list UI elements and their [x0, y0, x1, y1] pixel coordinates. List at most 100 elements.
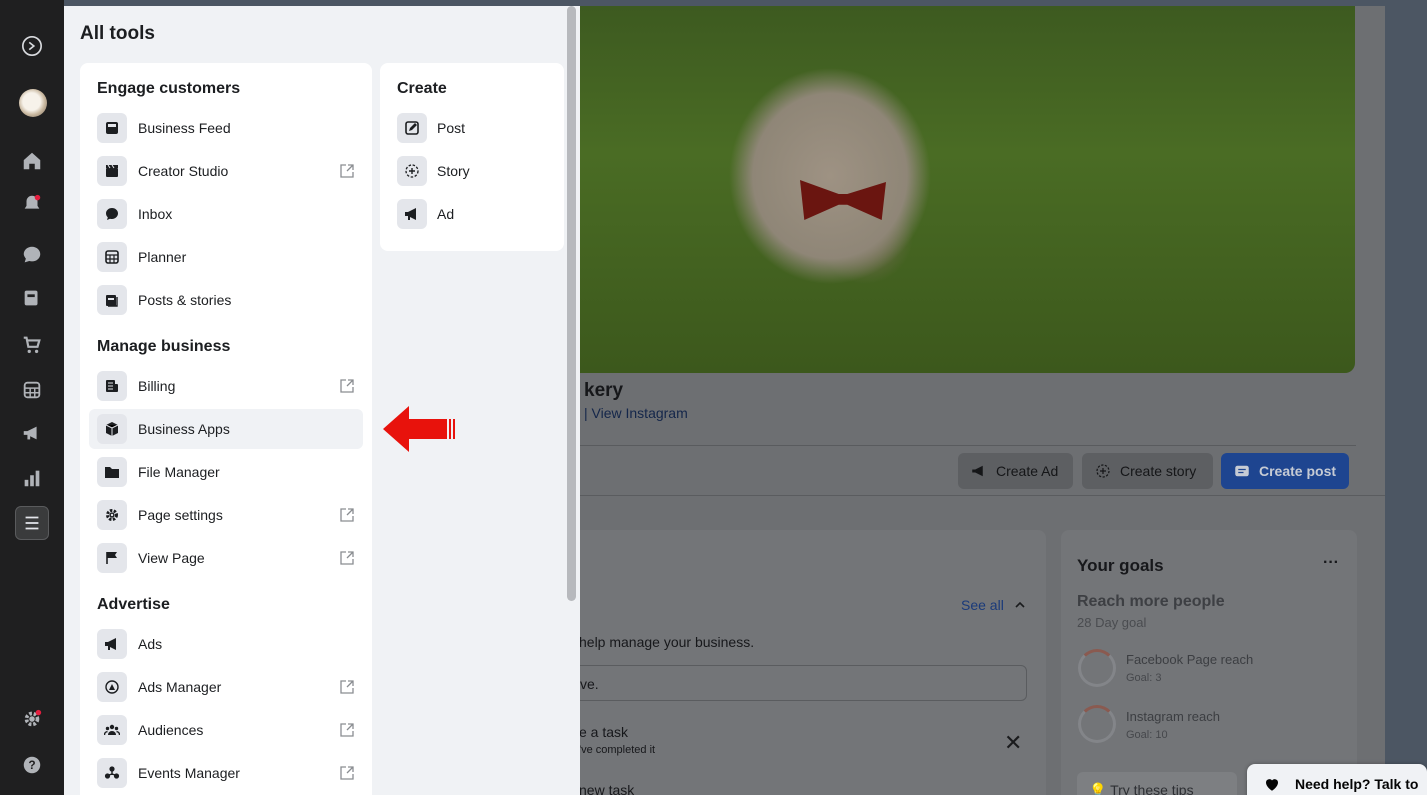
ads-megaphone-icon[interactable]: [17, 418, 47, 448]
meta-business-logo-icon[interactable]: [17, 31, 47, 61]
cover-photo: [560, 6, 1355, 373]
page-name: kery: [584, 380, 624, 401]
divider: [574, 445, 1356, 446]
goal-target: Goal: 10: [1126, 729, 1168, 741]
settings-gear-icon[interactable]: [17, 704, 47, 734]
section-heading-engage: Engage customers: [97, 80, 241, 97]
tool-item-business-feed[interactable]: Business Feed: [89, 108, 363, 148]
tool-item-planner[interactable]: Planner: [89, 237, 363, 277]
tool-item-file-manager[interactable]: File Manager: [89, 452, 363, 492]
business-apps-icon: [97, 414, 127, 444]
post-icon: [1235, 465, 1249, 477]
left-nav-rail: ?: [0, 0, 64, 795]
annotation-arrow-icon: [383, 406, 455, 452]
lightbulb-icon: 💡: [1089, 782, 1107, 795]
task-subtitle: 've completed it: [579, 744, 656, 756]
progress-ring: [1078, 649, 1116, 687]
page-background-overlay: kery | View Instagram Create Ad Create s…: [560, 6, 1385, 795]
tool-item-posts-stories[interactable]: Posts & stories: [89, 280, 363, 320]
see-all-link[interactable]: See all: [961, 597, 1026, 613]
billing-icon: [97, 371, 127, 401]
notifications-icon[interactable]: [17, 189, 47, 219]
external-link-icon: [339, 378, 355, 394]
audiences-icon: [97, 715, 127, 745]
create-item-ad[interactable]: Ad: [389, 194, 555, 234]
inbox-icon: [97, 199, 127, 229]
flag-icon: [97, 543, 127, 573]
panel-scrollbar[interactable]: [567, 6, 576, 601]
megaphone-icon: [972, 465, 983, 477]
external-link-icon: [339, 722, 355, 738]
chevron-up-icon: [1015, 601, 1025, 608]
planner-icon: [97, 242, 127, 272]
create-item-post[interactable]: Post: [389, 108, 555, 148]
section-heading-create: Create: [397, 80, 447, 97]
section-heading-manage: Manage business: [97, 338, 231, 355]
tool-item-creator-studio[interactable]: Creator Studio: [89, 151, 363, 191]
tool-item-inbox[interactable]: Inbox: [89, 194, 363, 234]
megaphone-icon: [397, 199, 427, 229]
need-help-button[interactable]: Need help? Talk to: [1247, 764, 1427, 795]
insights-icon[interactable]: [17, 463, 47, 493]
create-story-button[interactable]: Create story: [1082, 453, 1213, 489]
messages-icon[interactable]: [17, 240, 47, 270]
goal-headline: Reach more people: [1077, 593, 1225, 610]
tool-item-page-settings[interactable]: Page settings: [89, 495, 363, 535]
close-icon[interactable]: ✕: [1004, 730, 1022, 756]
progress-ring: [1078, 705, 1116, 743]
tool-item-ads-manager[interactable]: Ads Manager: [89, 667, 363, 707]
ads-manager-icon: [97, 672, 127, 702]
external-link-icon: [339, 163, 355, 179]
tool-item-billing[interactable]: Billing: [89, 366, 363, 406]
posts-icon[interactable]: [17, 283, 47, 313]
business-feed-icon: [97, 113, 127, 143]
create-ad-button[interactable]: Create Ad: [958, 453, 1073, 489]
folder-icon: [97, 457, 127, 487]
goal-label: Instagram reach: [1126, 709, 1220, 724]
create-post-button[interactable]: Create post: [1221, 453, 1349, 489]
more-options-icon[interactable]: ···: [1323, 554, 1339, 572]
posts-stories-icon: [97, 285, 127, 315]
task-title: new task: [579, 782, 635, 795]
megaphone-icon: [97, 629, 127, 659]
page-avatar[interactable]: [19, 89, 47, 117]
shop-cart-icon[interactable]: [17, 330, 47, 360]
section-heading-advertise: Advertise: [97, 596, 170, 613]
tool-item-ads[interactable]: Ads: [89, 624, 363, 664]
tool-item-view-page[interactable]: View Page: [89, 538, 363, 578]
tool-item-audiences[interactable]: Audiences: [89, 710, 363, 750]
goal-target: Goal: 3: [1126, 672, 1162, 684]
all-tools-panel: All tools Engage customers Business Feed…: [64, 6, 580, 795]
tasks-helper-text: help manage your business.: [579, 634, 755, 650]
goal-label: Facebook Page reach: [1126, 652, 1254, 667]
try-tips-button[interactable]: 💡 Try these tips: [1077, 772, 1237, 795]
tools-list-card: Engage customers Business Feed Creator S…: [80, 63, 372, 795]
events-manager-icon: [97, 758, 127, 788]
external-link-icon: [339, 679, 355, 695]
creator-studio-icon: [97, 156, 127, 186]
external-link-icon: [339, 765, 355, 781]
divider: [560, 495, 1385, 496]
external-link-icon: [339, 550, 355, 566]
window-frame-right: [1385, 0, 1427, 795]
panel-title: All tools: [80, 23, 155, 44]
goal-subline: 28 Day goal: [1077, 615, 1147, 630]
heart-icon: [1266, 779, 1278, 791]
story-add-icon: [397, 156, 427, 186]
tool-item-business-apps[interactable]: Business Apps: [89, 409, 363, 449]
home-icon[interactable]: [17, 146, 47, 176]
task-input[interactable]: ve.: [560, 665, 1027, 701]
all-tools-menu-icon[interactable]: [15, 506, 49, 540]
task-title: e a task: [579, 724, 629, 740]
svg-text:?: ?: [28, 758, 35, 772]
help-icon[interactable]: ?: [17, 750, 47, 780]
tool-item-events-manager[interactable]: Events Manager: [89, 753, 363, 793]
story-add-icon: [1096, 464, 1110, 478]
dog-bow-tie: [800, 180, 886, 220]
view-instagram-link[interactable]: | View Instagram: [584, 405, 688, 421]
planner-icon[interactable]: [17, 375, 47, 405]
gear-icon: [97, 500, 127, 530]
create-item-story[interactable]: Story: [389, 151, 555, 191]
create-card: Create Post Story Ad: [380, 63, 564, 251]
compose-icon: [397, 113, 427, 143]
